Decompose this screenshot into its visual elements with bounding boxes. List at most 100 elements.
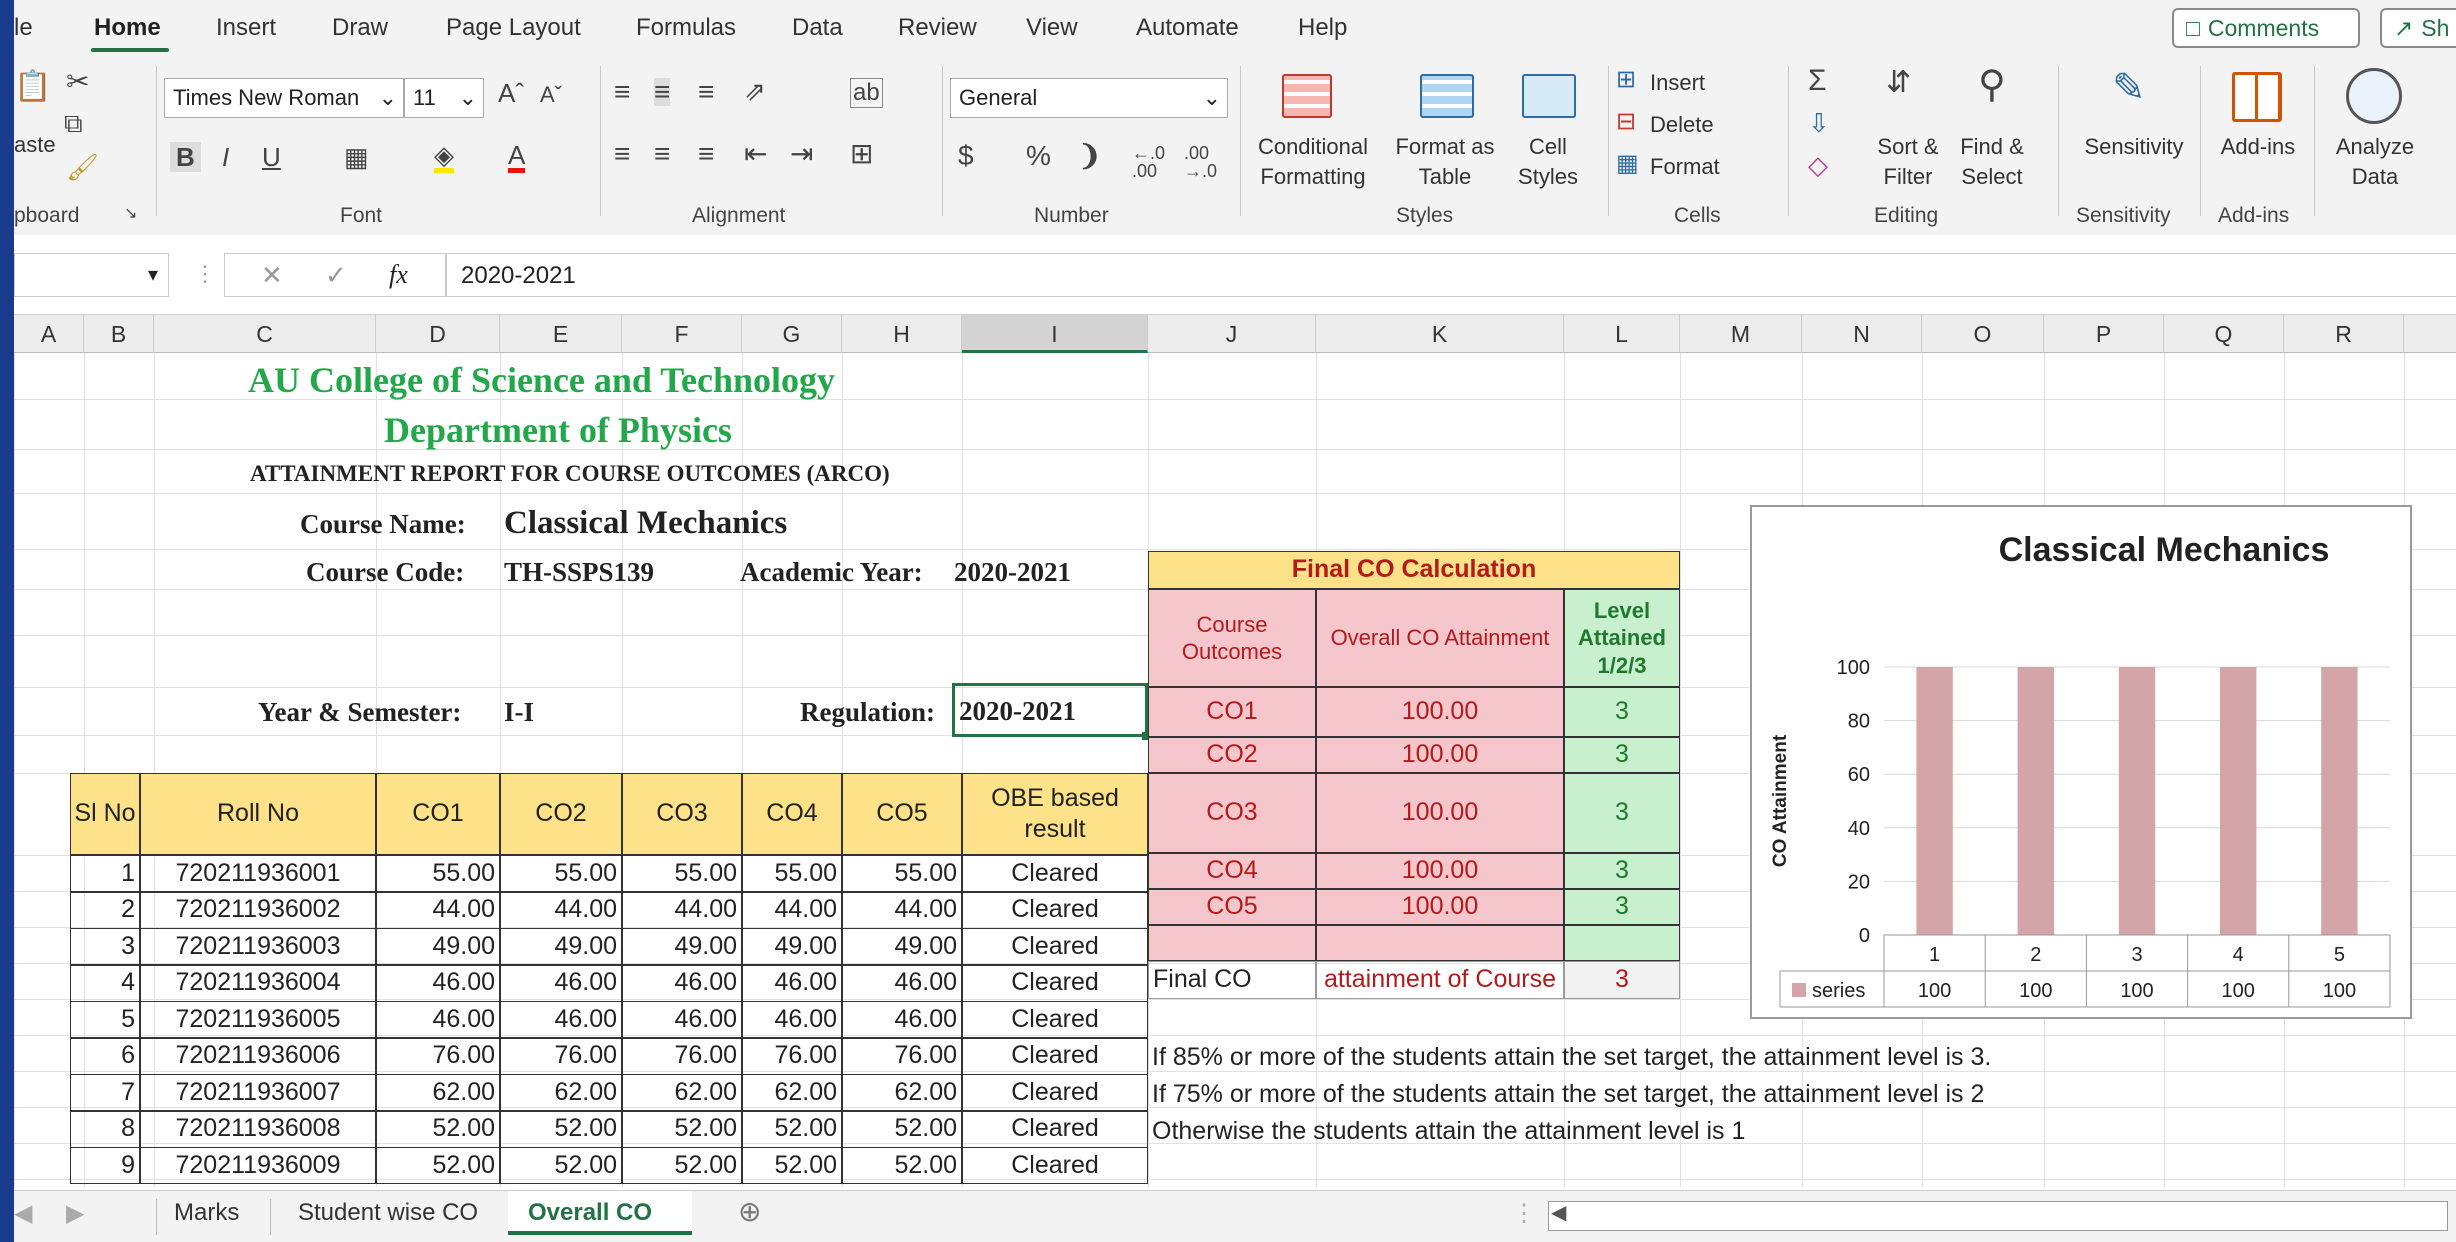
cell-co4[interactable]: 44.00 <box>742 891 842 929</box>
cell-styles-button[interactable]: Cell Styles <box>1506 132 1590 192</box>
merge-center-icon[interactable]: ⊞ <box>850 140 873 168</box>
cell-obe-result[interactable]: Cleared <box>962 928 1148 965</box>
cell-co1[interactable]: 46.00 <box>376 1001 500 1038</box>
cell-level-attained[interactable]: 3 <box>1564 737 1680 773</box>
tab-review[interactable]: Review <box>898 14 977 42</box>
column-header-f[interactable]: F <box>622 315 742 353</box>
decrease-indent-icon[interactable]: ⇤ <box>744 140 767 168</box>
cell-co4[interactable]: 52.00 <box>742 1147 842 1184</box>
orientation-icon[interactable]: ⇗ <box>744 78 766 104</box>
cell-co2[interactable]: 62.00 <box>500 1074 622 1111</box>
italic-icon[interactable]: I <box>222 144 229 170</box>
column-header-i[interactable]: I <box>962 315 1148 353</box>
clear-icon[interactable]: ◇ <box>1808 152 1828 178</box>
cell-co2[interactable]: 46.00 <box>500 1001 622 1038</box>
cell-overall-attainment[interactable]: 100.00 <box>1316 773 1564 853</box>
borders-icon[interactable]: ▦ <box>344 144 369 170</box>
chart-container[interactable]: Classical Mechanics CO Attainment 0 20 40 60 8… <box>1750 505 2412 1019</box>
paste-icon[interactable]: 📋 <box>14 72 51 102</box>
sheet-tab-marks[interactable]: Marks <box>174 1199 239 1227</box>
cell-co2[interactable]: 49.00 <box>500 928 622 965</box>
cell-course-outcome[interactable]: CO3 <box>1148 773 1316 853</box>
cell-obe-result[interactable]: Cleared <box>962 1037 1148 1075</box>
conditional-formatting-button[interactable]: Conditional Formatting <box>1248 132 1378 192</box>
cell-sl-no[interactable]: 5 <box>70 1001 140 1038</box>
sort-filter-icon[interactable]: ⇵ <box>1886 68 1911 98</box>
cell-co4[interactable]: 76.00 <box>742 1037 842 1075</box>
column-header-c[interactable]: C <box>154 315 376 353</box>
cell-co3[interactable]: 46.00 <box>622 964 742 1002</box>
cell-obe-result[interactable]: Cleared <box>962 1110 1148 1148</box>
fill-color-icon[interactable]: ◈ <box>434 142 454 173</box>
column-header-h[interactable]: H <box>842 315 962 353</box>
currency-icon[interactable]: $ <box>958 142 974 170</box>
cell-sl-no[interactable]: 3 <box>70 928 140 965</box>
name-box[interactable]: ▾ <box>14 253 169 297</box>
insert-cells-button[interactable]: Insert <box>1650 68 1705 98</box>
analyze-data-button[interactable]: Analyze Data <box>2320 132 2430 192</box>
column-header-n[interactable]: N <box>1802 315 1922 353</box>
cell-co3[interactable]: 62.00 <box>622 1074 742 1111</box>
cell-obe-result[interactable]: Cleared <box>962 855 1148 892</box>
conditional-formatting-icon[interactable] <box>1282 74 1332 118</box>
cell-roll-no[interactable]: 720211936004 <box>140 964 376 1002</box>
format-as-table-button[interactable]: Format as Table <box>1390 132 1500 192</box>
cell-obe-result[interactable]: Cleared <box>962 1001 1148 1038</box>
cell-co2[interactable]: 46.00 <box>500 964 622 1002</box>
cell-level-attained[interactable]: 3 <box>1564 687 1680 737</box>
cell-co1[interactable]: 76.00 <box>376 1037 500 1075</box>
cell-overall-attainment[interactable]: 100.00 <box>1316 889 1564 925</box>
comma-style-icon[interactable]: ❩ <box>1078 142 1101 170</box>
cell-co5[interactable]: 62.00 <box>842 1074 962 1111</box>
cell-co1[interactable]: 49.00 <box>376 928 500 965</box>
cell-obe-result[interactable]: Cleared <box>962 1074 1148 1111</box>
cell-obe-result[interactable]: Cleared <box>962 1147 1148 1184</box>
column-header-q[interactable]: Q <box>2164 315 2284 353</box>
cell-course-outcome[interactable]: CO5 <box>1148 889 1316 925</box>
column-header-d[interactable]: D <box>376 315 500 353</box>
column-header-j[interactable]: J <box>1148 315 1316 353</box>
cell-co3[interactable]: 46.00 <box>622 1001 742 1038</box>
cell-co3[interactable]: 44.00 <box>622 891 742 929</box>
cell-co4[interactable]: 49.00 <box>742 928 842 965</box>
number-format-select[interactable]: General ⌄ <box>950 78 1228 118</box>
selected-cell-regulation[interactable]: 2020-2021 <box>952 683 1148 737</box>
cell-co4[interactable]: 46.00 <box>742 1001 842 1038</box>
sensitivity-icon[interactable]: ✎ <box>2112 68 2146 108</box>
tab-help[interactable]: Help <box>1298 14 1347 42</box>
decrease-decimal-icon[interactable]: .00 →.0 <box>1184 144 1217 180</box>
fill-icon[interactable]: ⇩ <box>1808 110 1830 136</box>
scroll-left-arrow-icon[interactable]: ◀ <box>1551 1200 1566 1225</box>
find-select-icon[interactable]: ⚲ <box>1978 66 2006 104</box>
align-left-icon[interactable]: ≡ <box>614 140 630 168</box>
cell-co3[interactable]: 52.00 <box>622 1147 742 1184</box>
cell-course-outcome[interactable]: CO4 <box>1148 853 1316 889</box>
cell-course-outcome[interactable]: CO1 <box>1148 687 1316 737</box>
cell-co2[interactable]: 44.00 <box>500 891 622 929</box>
cell-sl-no[interactable]: 7 <box>70 1074 140 1111</box>
font-color-icon[interactable]: A <box>508 142 526 173</box>
cell-co2[interactable]: 52.00 <box>500 1110 622 1148</box>
cell-roll-no[interactable]: 720211936007 <box>140 1074 376 1111</box>
formula-input[interactable]: 2020-2021 <box>446 253 2456 297</box>
scroll-right-icon[interactable]: ▶ <box>66 1199 84 1228</box>
align-bottom-icon[interactable]: ≡ <box>698 78 714 106</box>
cell-sl-no[interactable]: 8 <box>70 1110 140 1148</box>
cell-co3[interactable]: 55.00 <box>622 855 742 892</box>
cell-co1[interactable]: 62.00 <box>376 1074 500 1111</box>
horizontal-scrollbar[interactable]: ◀ <box>1548 1201 2448 1231</box>
cell-co5[interactable]: 52.00 <box>842 1110 962 1148</box>
underline-icon[interactable]: U <box>262 144 281 170</box>
cell-co5[interactable]: 76.00 <box>842 1037 962 1075</box>
share-button[interactable]: ↗ Sh <box>2380 8 2456 48</box>
cell-obe-result[interactable]: Cleared <box>962 964 1148 1002</box>
cell-overall-attainment[interactable]: 100.00 <box>1316 737 1564 773</box>
cell-co5[interactable]: 44.00 <box>842 891 962 929</box>
cell-roll-no[interactable]: 720211936001 <box>140 855 376 892</box>
sensitivity-button[interactable]: Sensitivity <box>2068 132 2200 162</box>
cell-co5[interactable]: 55.00 <box>842 855 962 892</box>
column-header-l[interactable]: L <box>1564 315 1680 353</box>
comments-button[interactable]: □ Comments <box>2172 8 2360 48</box>
cell-sl-no[interactable]: 9 <box>70 1147 140 1184</box>
column-header-p[interactable]: P <box>2044 315 2164 353</box>
